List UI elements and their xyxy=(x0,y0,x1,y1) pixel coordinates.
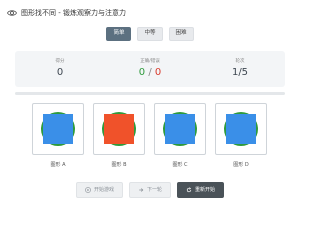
difficulty-medium-button[interactable]: 中等 xyxy=(137,27,163,41)
shape-box[interactable] xyxy=(215,103,267,155)
square-circle-shape xyxy=(163,112,197,146)
round-value: 1/5 xyxy=(231,67,249,78)
shape-card-b[interactable]: 图形 B xyxy=(93,103,146,171)
difficulty-selector: 简单 中等 困难 xyxy=(0,27,300,41)
difficulty-easy-button[interactable]: 简单 xyxy=(106,27,132,41)
square-circle-shape xyxy=(224,112,258,146)
correct-wrong-value: 0 / 0 xyxy=(105,67,195,78)
shape-card-c[interactable]: 图形 C xyxy=(154,103,207,171)
next-round-label: 下一轮 xyxy=(146,186,162,193)
next-round-button[interactable]: 下一轮 xyxy=(128,182,171,198)
shape-card-d[interactable]: 图形 D xyxy=(215,103,268,171)
page-header: 图形找不同 - 锻炼观察力与注意力 xyxy=(7,8,126,18)
correct-wrong-stat: 正确/错误 0 / 0 xyxy=(105,51,195,87)
stats-panel: 得分 0 正确/错误 0 / 0 轮次 1/5 xyxy=(15,51,285,87)
restart-button[interactable]: 重新开始 xyxy=(177,182,225,198)
difficulty-hard-button[interactable]: 困难 xyxy=(168,27,194,41)
correct-wrong-separator: / xyxy=(148,67,152,78)
shape-box[interactable] xyxy=(32,103,84,155)
arrow-right-icon xyxy=(139,188,144,192)
score-label: 得分 xyxy=(55,59,65,64)
start-game-button[interactable]: 开始游戏 xyxy=(75,182,123,198)
shape-card-label: 图形 B xyxy=(111,162,127,168)
progress-bar xyxy=(15,92,285,95)
play-icon xyxy=(85,187,91,193)
shape-card-a[interactable]: 图形 A xyxy=(32,103,85,171)
game-controls: 开始游戏 下一轮 重新开始 xyxy=(0,182,300,198)
refresh-icon xyxy=(186,187,192,193)
score-value: 0 xyxy=(56,67,64,78)
shape-box[interactable] xyxy=(154,103,206,155)
shape-box[interactable] xyxy=(93,103,145,155)
square-circle-shape xyxy=(102,112,136,146)
correct-count: 0 xyxy=(138,67,146,78)
shape-card-label: 图形 C xyxy=(172,162,188,168)
page-title: 图形找不同 - 锻炼观察力与注意力 xyxy=(21,9,126,17)
shape-cards: 图形 A 图形 B 图形 C 图形 D xyxy=(32,103,268,171)
round-label: 轮次 xyxy=(235,59,245,64)
wrong-count: 0 xyxy=(154,67,162,78)
start-game-label: 开始游戏 xyxy=(93,186,114,193)
score-stat: 得分 0 xyxy=(15,51,105,87)
restart-label: 重新开始 xyxy=(195,186,216,193)
shape-card-label: 图形 D xyxy=(233,162,249,168)
eye-icon xyxy=(7,10,17,16)
shape-card-label: 图形 A xyxy=(50,162,66,168)
square-circle-shape xyxy=(41,112,75,146)
round-stat: 轮次 1/5 xyxy=(195,51,285,87)
correct-wrong-label: 正确/错误 xyxy=(140,59,160,64)
